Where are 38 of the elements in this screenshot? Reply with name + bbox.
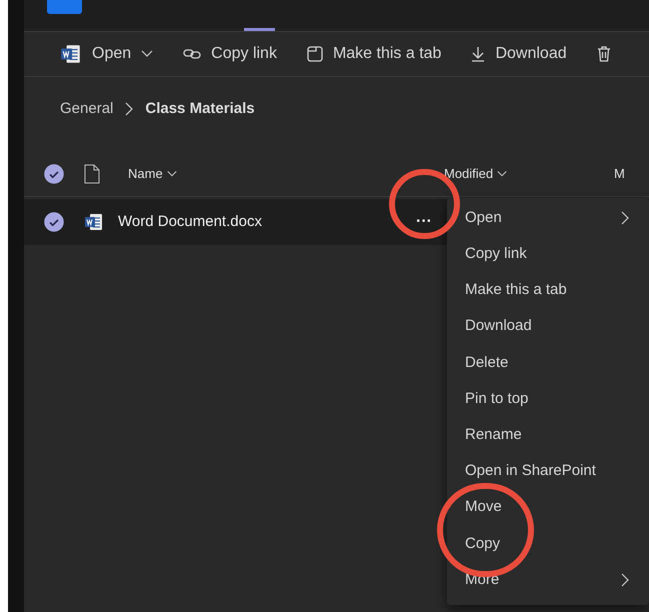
column-header[interactable]: M bbox=[614, 164, 625, 184]
word-document-icon bbox=[84, 212, 104, 232]
menu-item[interactable]: Make this a tab bbox=[447, 272, 649, 309]
menu-item[interactable]: Copy bbox=[447, 526, 649, 562]
menu-item[interactable]: Rename bbox=[447, 417, 649, 454]
menu-item[interactable]: Download bbox=[447, 308, 649, 345]
chevron-down-icon bbox=[497, 170, 508, 178]
chevron-right-icon bbox=[621, 211, 629, 226]
file-name[interactable]: Word Document.docx bbox=[118, 210, 412, 234]
toolbar-button[interactable]: Download bbox=[471, 42, 567, 66]
menu-item[interactable]: Pin to top bbox=[447, 380, 649, 418]
menu-item[interactable]: Move bbox=[447, 490, 649, 526]
team-avatar bbox=[47, 0, 82, 14]
tab-icon bbox=[306, 46, 323, 62]
column-header[interactable]: Name bbox=[128, 164, 444, 184]
download-icon bbox=[471, 46, 486, 62]
toolbar-button[interactable]: Copy link bbox=[183, 42, 277, 66]
checkbox[interactable] bbox=[44, 164, 64, 184]
link-icon bbox=[183, 48, 202, 60]
toolbar-button[interactable]: Make this a tab bbox=[306, 42, 442, 66]
checkbox[interactable] bbox=[44, 212, 64, 232]
breadcrumb-link[interactable]: Class Materials bbox=[145, 98, 255, 120]
menu-item[interactable]: Delete bbox=[447, 344, 649, 381]
word-document-icon bbox=[60, 43, 82, 65]
toolbar-button[interactable]: Open bbox=[60, 42, 154, 66]
column-header[interactable]: Modified bbox=[444, 164, 614, 184]
more-options-button[interactable]: ··· bbox=[412, 210, 436, 234]
active-tab-indicator bbox=[244, 28, 275, 31]
menu-item[interactable]: Open bbox=[447, 200, 649, 236]
breadcrumb-link[interactable]: General bbox=[60, 98, 114, 120]
chevron-down-icon bbox=[141, 50, 154, 58]
menu-item[interactable]: Open in SharePoint bbox=[447, 453, 649, 490]
chevron-right-icon bbox=[125, 102, 134, 116]
file-type-icon bbox=[84, 164, 100, 184]
chevron-right-icon bbox=[621, 572, 629, 587]
chevron-down-icon bbox=[166, 170, 177, 178]
toolbar-button[interactable] bbox=[596, 46, 611, 62]
delete-icon bbox=[596, 46, 611, 62]
